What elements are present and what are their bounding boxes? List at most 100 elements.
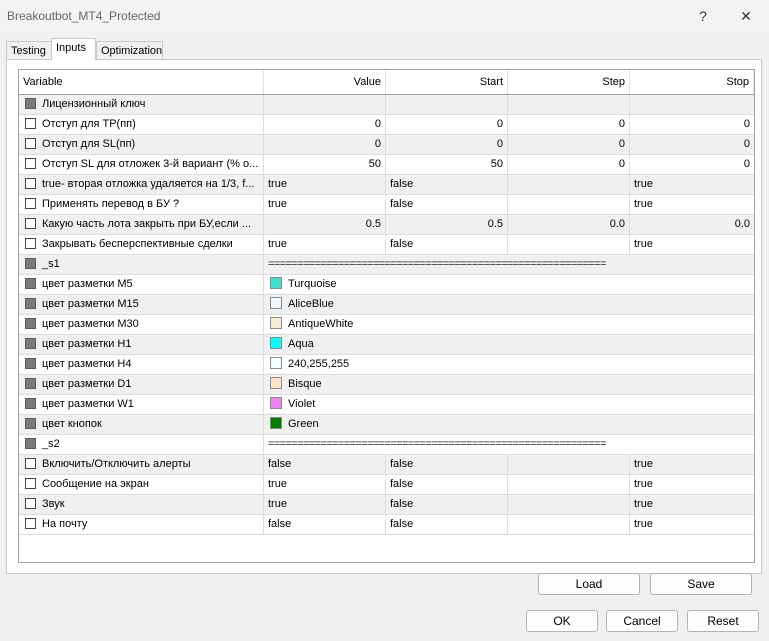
close-icon[interactable]: ✕: [732, 4, 760, 28]
value-cell[interactable]: 0.5: [264, 215, 386, 234]
tab-testing[interactable]: Testing: [6, 41, 52, 60]
column-header-step[interactable]: Step: [508, 70, 630, 94]
optimize-checkbox[interactable]: [25, 338, 36, 349]
table-row[interactable]: Отступ SL для отложек 3-й вариант (% о..…: [19, 155, 754, 175]
value-cell[interactable]: Violet: [264, 395, 754, 414]
value-cell[interactable]: Bisque: [264, 375, 754, 394]
optimize-checkbox[interactable]: [25, 378, 36, 389]
start-cell[interactable]: 50: [386, 155, 508, 174]
ok-button[interactable]: OK: [526, 610, 598, 632]
stop-cell[interactable]: 0: [630, 135, 754, 154]
stop-cell[interactable]: true: [630, 235, 754, 254]
optimize-checkbox[interactable]: [25, 518, 36, 529]
tab-optimization[interactable]: Optimization: [96, 41, 163, 60]
step-cell[interactable]: [508, 455, 630, 474]
step-cell[interactable]: [508, 235, 630, 254]
step-cell[interactable]: 0.0: [508, 215, 630, 234]
step-cell[interactable]: 0: [508, 115, 630, 134]
step-cell[interactable]: 0: [508, 155, 630, 174]
table-row[interactable]: _s2 =====================================…: [19, 435, 754, 455]
optimize-checkbox[interactable]: [25, 178, 36, 189]
table-row[interactable]: _s1 =====================================…: [19, 255, 754, 275]
start-cell[interactable]: false: [386, 495, 508, 514]
optimize-checkbox[interactable]: [25, 98, 36, 109]
value-cell[interactable]: false: [264, 455, 386, 474]
stop-cell[interactable]: 0.0: [630, 215, 754, 234]
column-header-start[interactable]: Start: [386, 70, 508, 94]
table-row[interactable]: цвет разметки W1 Violet: [19, 395, 754, 415]
step-cell[interactable]: 0: [508, 135, 630, 154]
table-row[interactable]: цвет разметки M5 Turquoise: [19, 275, 754, 295]
optimize-checkbox[interactable]: [25, 118, 36, 129]
optimize-checkbox[interactable]: [25, 438, 36, 449]
table-row[interactable]: Применять перевод в БУ ? true false true: [19, 195, 754, 215]
optimize-checkbox[interactable]: [25, 398, 36, 409]
value-cell[interactable]: true: [264, 475, 386, 494]
optimize-checkbox[interactable]: [25, 138, 36, 149]
table-row[interactable]: Лицензионный ключ: [19, 95, 754, 115]
column-header-stop[interactable]: Stop: [630, 70, 754, 94]
optimize-checkbox[interactable]: [25, 458, 36, 469]
value-cell[interactable]: true: [264, 235, 386, 254]
value-cell[interactable]: ========================================…: [264, 435, 754, 454]
save-button[interactable]: Save: [650, 573, 752, 595]
stop-cell[interactable]: true: [630, 495, 754, 514]
start-cell[interactable]: false: [386, 455, 508, 474]
value-cell[interactable]: true: [264, 495, 386, 514]
start-cell[interactable]: false: [386, 195, 508, 214]
start-cell[interactable]: false: [386, 175, 508, 194]
column-header-value[interactable]: Value: [264, 70, 386, 94]
table-row[interactable]: Какую часть лота закрыть при БУ,если ...…: [19, 215, 754, 235]
optimize-checkbox[interactable]: [25, 478, 36, 489]
optimize-checkbox[interactable]: [25, 238, 36, 249]
table-row[interactable]: true- вторая отложка удаляется на 1/3, f…: [19, 175, 754, 195]
start-cell[interactable]: 0: [386, 135, 508, 154]
optimize-checkbox[interactable]: [25, 418, 36, 429]
table-row[interactable]: Сообщение на экран true false true: [19, 475, 754, 495]
step-cell[interactable]: [508, 495, 630, 514]
stop-cell[interactable]: true: [630, 475, 754, 494]
value-cell[interactable]: true: [264, 175, 386, 194]
start-cell[interactable]: [386, 95, 508, 114]
step-cell[interactable]: [508, 175, 630, 194]
value-cell[interactable]: true: [264, 195, 386, 214]
stop-cell[interactable]: 0: [630, 155, 754, 174]
stop-cell[interactable]: true: [630, 455, 754, 474]
value-cell[interactable]: 0: [264, 115, 386, 134]
value-cell[interactable]: Aqua: [264, 335, 754, 354]
value-cell[interactable]: AliceBlue: [264, 295, 754, 314]
table-row[interactable]: цвет разметки M15 AliceBlue: [19, 295, 754, 315]
cancel-button[interactable]: Cancel: [606, 610, 678, 632]
optimize-checkbox[interactable]: [25, 218, 36, 229]
table-row[interactable]: Отступ для SL(пп) 0 0 0 0: [19, 135, 754, 155]
step-cell[interactable]: [508, 95, 630, 114]
help-icon[interactable]: ?: [689, 4, 717, 28]
tab-inputs[interactable]: Inputs: [51, 38, 96, 60]
start-cell[interactable]: false: [386, 515, 508, 534]
value-cell[interactable]: AntiqueWhite: [264, 315, 754, 334]
stop-cell[interactable]: [630, 95, 754, 114]
stop-cell[interactable]: true: [630, 175, 754, 194]
value-cell[interactable]: 240,255,255: [264, 355, 754, 374]
column-header-variable[interactable]: Variable: [19, 70, 264, 94]
table-row[interactable]: Закрывать бесперспективные сделки true fal…: [19, 235, 754, 255]
optimize-checkbox[interactable]: [25, 158, 36, 169]
value-cell[interactable]: [264, 95, 386, 114]
stop-cell[interactable]: true: [630, 515, 754, 534]
value-cell[interactable]: 50: [264, 155, 386, 174]
optimize-checkbox[interactable]: [25, 198, 36, 209]
table-row[interactable]: Звук true false true: [19, 495, 754, 515]
value-cell[interactable]: ========================================…: [264, 255, 754, 274]
step-cell[interactable]: [508, 515, 630, 534]
step-cell[interactable]: [508, 475, 630, 494]
optimize-checkbox[interactable]: [25, 298, 36, 309]
optimize-checkbox[interactable]: [25, 358, 36, 369]
table-row[interactable]: цвет разметки H4 240,255,255: [19, 355, 754, 375]
stop-cell[interactable]: true: [630, 195, 754, 214]
value-cell[interactable]: false: [264, 515, 386, 534]
optimize-checkbox[interactable]: [25, 318, 36, 329]
load-button[interactable]: Load: [538, 573, 640, 595]
optimize-checkbox[interactable]: [25, 258, 36, 269]
table-row[interactable]: Включить/Отключить алерты false false true: [19, 455, 754, 475]
value-cell[interactable]: 0: [264, 135, 386, 154]
